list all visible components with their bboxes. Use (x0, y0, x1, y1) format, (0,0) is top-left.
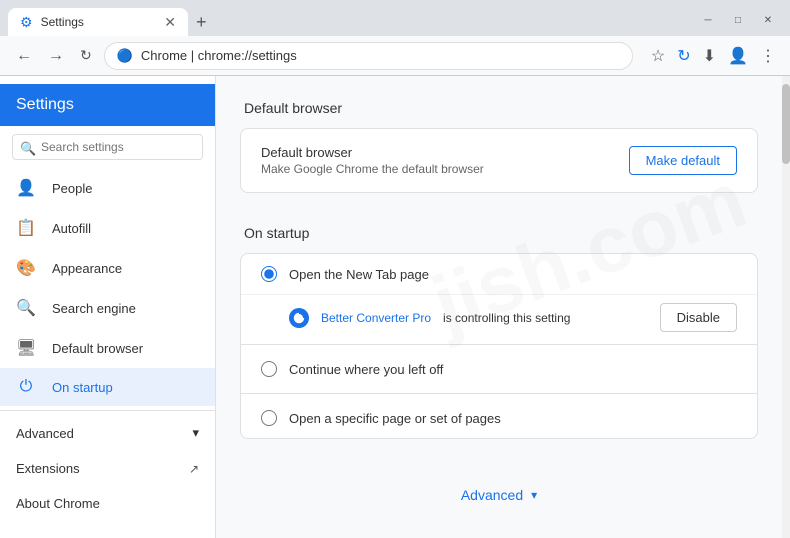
sidebar-title: Settings (0, 84, 215, 126)
profile-icon[interactable]: 👤 (726, 44, 750, 68)
sidebar-advanced-label: Advanced (16, 426, 74, 441)
make-default-button[interactable]: Make default (629, 146, 737, 175)
sidebar-item-people-label: People (52, 181, 92, 196)
tab-bar: ⚙ Settings ✕ + ─ □ ✕ (0, 0, 790, 36)
sidebar-item-on-startup-label: On startup (52, 380, 113, 395)
settings-tab[interactable]: ⚙ Settings ✕ (8, 8, 188, 36)
default-browser-section: Default browser Default browser Make Goo… (240, 100, 758, 193)
menu-icon[interactable]: ⋮ (758, 44, 778, 68)
sidebar-item-search-engine-label: Search engine (52, 301, 136, 316)
radio-continue[interactable] (261, 361, 277, 377)
forward-button[interactable]: → (44, 43, 68, 69)
advanced-left: Advanced (16, 426, 74, 441)
default-browser-card-title: Default browser (261, 145, 629, 160)
sidebar-item-about[interactable]: About Chrome (0, 486, 215, 521)
people-icon: 👤 (16, 178, 36, 198)
chrome-sync-icon[interactable]: ↻ (675, 44, 692, 68)
sidebar-item-appearance[interactable]: 🎨 Appearance (0, 248, 215, 288)
sidebar-item-default-browser[interactable]: 🖥 Default browser (0, 328, 215, 368)
sidebar-item-people[interactable]: 👤 People (0, 168, 215, 208)
default-browser-card: Default browser Make Google Chrome the d… (240, 128, 758, 193)
toolbar-icons: ☆ ↻ ⬇ 👤 ⋮ (649, 44, 778, 68)
plugin-control-row: Better Converter Pro is controlling this… (241, 294, 757, 340)
sidebar-item-autofill-label: Autofill (52, 221, 91, 236)
radio-new-tab[interactable] (261, 266, 277, 282)
sidebar-about-label: About Chrome (16, 496, 100, 511)
radio-specific[interactable] (261, 410, 277, 426)
sidebar-item-appearance-label: Appearance (52, 261, 122, 276)
scrollbar-thumb[interactable] (782, 84, 790, 164)
advanced-label: Advanced (461, 487, 523, 503)
on-startup-section: On startup Open the New Tab page Better … (240, 225, 758, 439)
tab-close-icon[interactable]: ✕ (164, 15, 176, 29)
default-browser-title: Default browser (240, 100, 758, 116)
sidebar-item-default-browser-label: Default browser (52, 341, 143, 356)
tab-favicon-icon: ⚙ (20, 14, 33, 31)
radio-row-specific: Open a specific page or set of pages (241, 398, 757, 438)
sidebar-extensions[interactable]: Extensions ↗ (0, 451, 215, 486)
secure-icon: 🔵 (117, 48, 133, 64)
url-bar[interactable]: 🔵 Chrome | chrome://settings (104, 42, 633, 70)
reload-button[interactable]: ↻ (76, 43, 96, 68)
radio-new-tab-label: Open the New Tab page (289, 267, 429, 282)
sidebar-item-search-engine[interactable]: 🔍 Search engine (0, 288, 215, 328)
search-icon: 🔍 (20, 141, 36, 157)
sidebar-item-on-startup[interactable]: ⏻ On startup (0, 368, 215, 406)
window-controls: ─ □ ✕ (694, 14, 782, 30)
sidebar: Settings 🔍 👤 People 📋 Autofill 🎨 Appeara… (0, 76, 216, 538)
appearance-icon: 🎨 (16, 258, 36, 278)
minimize-button[interactable]: ─ (702, 14, 714, 26)
sidebar-search-wrap: 🔍 (0, 130, 215, 168)
advanced-button[interactable]: Advanced ▾ (240, 471, 758, 519)
radio-row-new-tab: Open the New Tab page (241, 254, 757, 294)
default-browser-row: Default browser Make Google Chrome the d… (241, 129, 757, 192)
advanced-chevron-icon: ▾ (192, 425, 199, 441)
plugin-icon (289, 308, 309, 328)
scrollbar-track[interactable] (782, 76, 790, 538)
radio-continue-label: Continue where you left off (289, 362, 443, 377)
on-startup-icon: ⏻ (16, 378, 36, 396)
disable-button[interactable]: Disable (660, 303, 737, 332)
on-startup-card: Open the New Tab page Better Converter P… (240, 253, 758, 439)
sidebar-advanced-section[interactable]: Advanced ▾ (0, 415, 215, 451)
main-content: jish.com Default browser Default browser… (216, 76, 782, 538)
external-link-icon: ↗ (189, 462, 199, 476)
advanced-chevron-down-icon: ▾ (531, 488, 537, 502)
default-browser-text: Default browser Make Google Chrome the d… (261, 145, 629, 176)
default-browser-card-desc: Make Google Chrome the default browser (261, 162, 629, 176)
maximize-button[interactable]: □ (732, 14, 744, 26)
close-button[interactable]: ✕ (762, 14, 774, 26)
plugin-name: Better Converter Pro (321, 311, 431, 325)
search-engine-icon: 🔍 (16, 298, 36, 318)
search-input[interactable] (12, 134, 203, 160)
radio-specific-label: Open a specific page or set of pages (289, 411, 501, 426)
back-button[interactable]: ← (12, 43, 36, 69)
default-browser-icon: 🖥 (16, 338, 36, 358)
plugin-text: is controlling this setting (443, 311, 570, 325)
extensions-left: Extensions (16, 461, 80, 476)
sidebar-extensions-label: Extensions (16, 461, 80, 476)
autofill-icon: 📋 (16, 218, 36, 238)
sidebar-item-autofill[interactable]: 📋 Autofill (0, 208, 215, 248)
download-icon[interactable]: ⬇ (701, 44, 718, 68)
new-tab-button[interactable]: + (188, 8, 215, 37)
radio-row-continue: Continue where you left off (241, 349, 757, 389)
tab-title: Settings (41, 15, 157, 29)
address-bar: ← → ↻ 🔵 Chrome | chrome://settings ☆ ↻ ⬇… (0, 36, 790, 76)
bookmark-icon[interactable]: ☆ (649, 44, 667, 68)
url-text: Chrome | chrome://settings (141, 48, 297, 63)
on-startup-title: On startup (240, 225, 758, 241)
